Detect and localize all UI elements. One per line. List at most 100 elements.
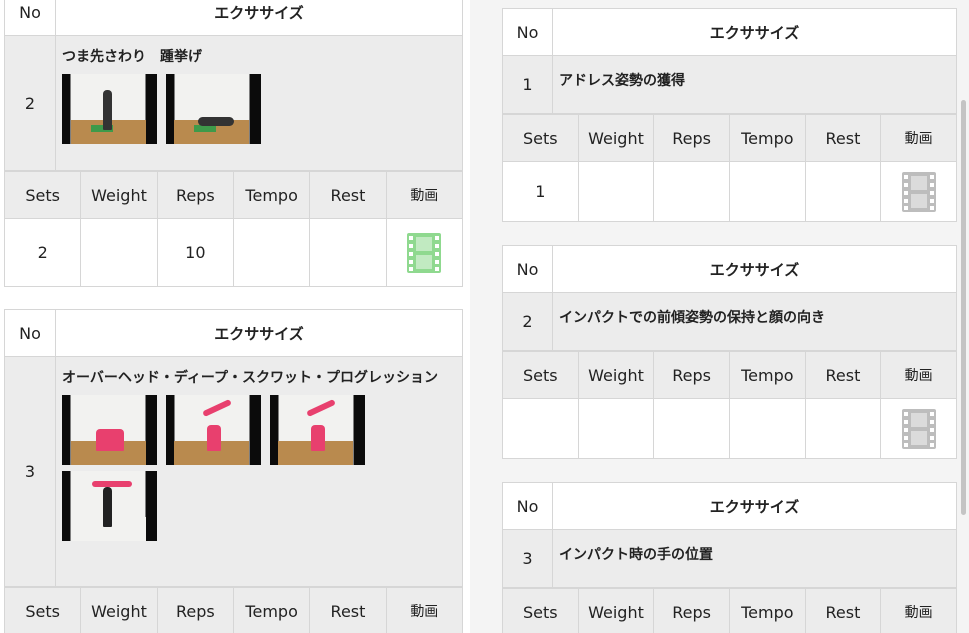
value-sets: 2 (3, 218, 82, 287)
exercise-thumbnail[interactable] (62, 395, 157, 465)
col-rest: Rest (804, 351, 882, 399)
col-video: 動画 (385, 171, 464, 219)
sets-header-row: Sets Weight Reps Tempo Rest 動画 (502, 588, 957, 633)
video-film-icon[interactable] (901, 171, 936, 212)
exercise-name: インパクトでの前傾姿勢の保持と顔の向き (552, 292, 957, 351)
header-exercise: エクササイズ (55, 0, 463, 36)
thumbnail-list (62, 74, 456, 150)
col-rest: Rest (309, 171, 387, 219)
sets-header-row: Sets Weight Reps Tempo Rest 動画 (3, 171, 464, 219)
header-exercise: エクササイズ (55, 309, 463, 357)
col-weight: Weight (80, 587, 158, 633)
exercise-card: No エクササイズ 3 オーバーヘッド・ディープ・スクワット・プログレッション (3, 309, 464, 633)
exercise-name: つま先さわり 踵挙げ (62, 49, 202, 65)
col-weight: Weight (577, 114, 655, 162)
exercise-thumbnail[interactable] (62, 471, 157, 541)
value-tempo (232, 218, 311, 287)
right-exercise-panel: No エクササイズ 1 アドレス姿勢の獲得 Sets Weight Reps T… (494, 0, 969, 633)
header-no: No (502, 245, 553, 293)
video-film-icon[interactable] (407, 232, 442, 273)
col-weight: Weight (577, 351, 655, 399)
col-video: 動画 (880, 351, 957, 399)
col-reps: Reps (156, 587, 234, 633)
col-reps: Reps (653, 114, 730, 162)
col-video: 動画 (880, 114, 957, 162)
exercise-number: 3 (4, 356, 56, 587)
exercise-header-row: No エクササイズ (4, 0, 463, 36)
exercise-row: 2 インパクトでの前傾姿勢の保持と顔の向き (502, 292, 957, 351)
value-rest (804, 161, 882, 222)
video-cell (880, 398, 957, 459)
video-film-icon[interactable] (901, 408, 936, 449)
exercise-header-row: No エクササイズ (4, 309, 463, 357)
exercise-card: No エクササイズ 2 インパクトでの前傾姿勢の保持と顔の向き Sets Wei… (502, 245, 957, 459)
value-weight (577, 398, 655, 459)
col-reps: Reps (156, 171, 234, 219)
exercise-number: 2 (4, 35, 56, 171)
sets-value-row: 1 (502, 161, 957, 222)
exercise-card: No エクササイズ 1 アドレス姿勢の獲得 Sets Weight Reps T… (502, 8, 957, 222)
value-rest (804, 398, 882, 459)
sets-value-row: 2 10 (3, 218, 464, 287)
header-no: No (502, 482, 553, 530)
exercise-thumbnail[interactable] (165, 74, 261, 144)
col-reps: Reps (653, 351, 730, 399)
header-no: No (502, 8, 553, 56)
col-tempo: Tempo (728, 351, 806, 399)
value-sets: 1 (502, 161, 579, 222)
exercise-thumbnail[interactable] (165, 395, 261, 465)
value-tempo (728, 161, 806, 222)
col-video: 動画 (385, 587, 464, 633)
col-rest: Rest (804, 114, 882, 162)
exercise-thumbnail[interactable] (62, 74, 157, 144)
col-sets: Sets (3, 587, 82, 633)
header-exercise: エクササイズ (552, 8, 957, 56)
left-exercise-panel: No エクササイズ 2 つま先さわり 踵挙げ Sets Weight Reps (0, 0, 470, 633)
exercise-thumbnail[interactable] (269, 395, 365, 465)
exercise-row: 3 オーバーヘッド・ディープ・スクワット・プログレッション (4, 356, 463, 587)
col-weight: Weight (80, 171, 158, 219)
col-weight: Weight (577, 588, 655, 633)
exercise-header-row: No エクササイズ (502, 245, 957, 293)
exercise-number: 2 (502, 292, 553, 351)
sets-header-row: Sets Weight Reps Tempo Rest 動画 (3, 587, 464, 633)
exercise-name: オーバーヘッド・ディープ・スクワット・プログレッション (62, 370, 439, 386)
video-cell (880, 161, 957, 222)
value-tempo (728, 398, 806, 459)
thumbnail-list (62, 395, 456, 547)
value-reps: 10 (156, 218, 234, 287)
col-reps: Reps (653, 588, 730, 633)
col-rest: Rest (309, 587, 387, 633)
col-video: 動画 (880, 588, 957, 633)
exercise-row: 3 インパクト時の手の位置 (502, 529, 957, 588)
value-weight (80, 218, 158, 287)
exercise-header-row: No エクササイズ (502, 482, 957, 530)
exercise-card: No エクササイズ 3 インパクト時の手の位置 Sets Weight Reps… (502, 482, 957, 633)
sets-value-row (502, 398, 957, 459)
exercise-card: No エクササイズ 2 つま先さわり 踵挙げ Sets Weight Reps (3, 0, 464, 287)
col-tempo: Tempo (232, 587, 311, 633)
header-exercise: エクササイズ (552, 482, 957, 530)
exercise-name: インパクト時の手の位置 (552, 529, 957, 588)
sets-header-row: Sets Weight Reps Tempo Rest 動画 (502, 351, 957, 399)
exercise-detail: つま先さわり 踵挙げ (55, 35, 463, 171)
header-exercise: エクササイズ (552, 245, 957, 293)
exercise-row: 1 アドレス姿勢の獲得 (502, 55, 957, 114)
col-sets: Sets (502, 588, 579, 633)
exercise-number: 1 (502, 55, 553, 114)
value-reps (653, 161, 730, 222)
col-rest: Rest (804, 588, 882, 633)
col-tempo: Tempo (728, 588, 806, 633)
value-weight (577, 161, 655, 222)
col-tempo: Tempo (232, 171, 311, 219)
col-tempo: Tempo (728, 114, 806, 162)
value-rest (309, 218, 387, 287)
value-sets (502, 398, 579, 459)
col-sets: Sets (3, 171, 82, 219)
exercise-header-row: No エクササイズ (502, 8, 957, 56)
scrollbar-thumb[interactable] (961, 100, 966, 515)
exercise-row: 2 つま先さわり 踵挙げ (4, 35, 463, 171)
col-sets: Sets (502, 114, 579, 162)
exercise-name: アドレス姿勢の獲得 (552, 55, 957, 114)
video-cell (385, 218, 464, 287)
